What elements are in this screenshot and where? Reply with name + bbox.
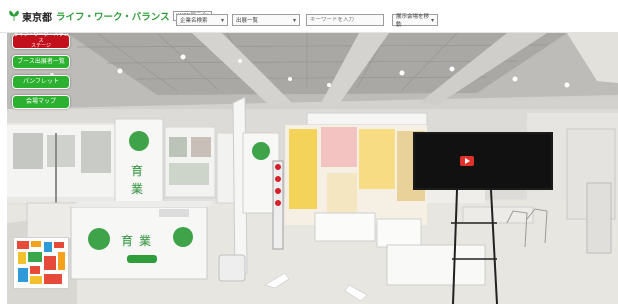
svg-text:育: 育 xyxy=(131,163,143,178)
pamphlet-label: パンフレット xyxy=(22,78,60,85)
tokyo-logo[interactable]: 東京都 xyxy=(8,9,52,24)
svg-text:業: 業 xyxy=(139,234,151,248)
exhibition-hall-scene: 育 業 育 業 xyxy=(7,33,618,304)
app-window: 東京都 ライフ・ワーク・バランス (WEB展示会) 企業名検索 ▾ 出展一覧 ▾… xyxy=(0,0,618,304)
svg-text:育: 育 xyxy=(121,233,133,248)
booth-exhibitor-list-button[interactable]: ブース出展者一覧 xyxy=(12,55,70,69)
ginkgo-leaf-icon xyxy=(9,10,19,21)
chevron-down-icon: ▾ xyxy=(292,16,296,24)
floor-plan-icon xyxy=(17,241,65,284)
venue-map-button[interactable]: 会場マップ xyxy=(12,95,70,109)
venue-move-select-value: 展示会場を移動 xyxy=(396,14,430,28)
logo-text: 東京都 xyxy=(22,12,52,24)
keyword-search-input[interactable] xyxy=(310,17,380,23)
svg-text:業: 業 xyxy=(131,182,143,196)
lwb-stage-button-line2: ステージ xyxy=(31,43,51,50)
company-search-select-value: 企業名検索 xyxy=(180,18,208,24)
venue-map-label: 会場マップ xyxy=(25,98,56,105)
keyword-search-field[interactable] xyxy=(306,14,384,26)
pamphlet-button[interactable]: パンフレット xyxy=(12,75,70,89)
exhibitor-list-select-value: 出展一覧 xyxy=(236,18,259,24)
panorama-viewer[interactable]: 育 業 育 業 xyxy=(7,33,618,304)
exhibitor-list-select[interactable]: 出展一覧 ▾ xyxy=(232,14,300,26)
top-header: 東京都 ライフ・ワーク・バランス (WEB展示会) 企業名検索 ▾ 出展一覧 ▾… xyxy=(0,0,618,33)
lwb-stage-button[interactable]: ライフ・ワーク・バランス ステージ xyxy=(12,33,70,50)
chevron-down-icon: ▾ xyxy=(220,16,224,24)
booth-exhibitor-list-label: ブース出展者一覧 xyxy=(17,58,65,65)
company-search-select[interactable]: 企業名検索 ▾ xyxy=(176,14,228,26)
chevron-down-icon: ▾ xyxy=(430,16,434,24)
page-title: ライフ・ワーク・バランス xyxy=(56,12,170,23)
venue-move-select[interactable]: 展示会場を移動 ▾ xyxy=(392,14,438,28)
venue-minimap[interactable] xyxy=(13,237,69,289)
